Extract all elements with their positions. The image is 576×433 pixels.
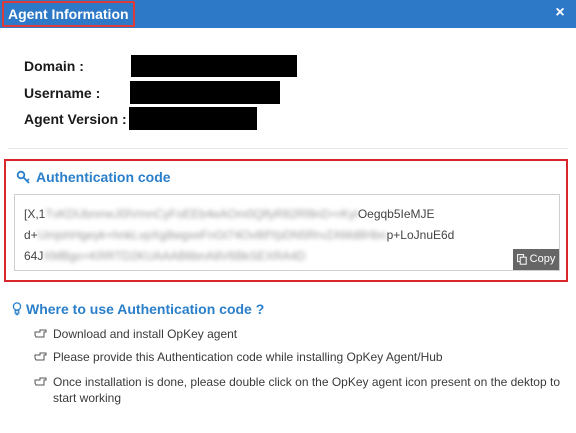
pointing-hand-icon [34,352,47,361]
title-bar: Agent Information × [0,0,576,28]
authentication-header-label: Authentication code [36,169,171,185]
copy-button-label: Copy [529,253,556,265]
lightbulb-icon [12,302,22,316]
code-line-3-start: 64J [24,249,44,263]
code-obscured-3: XMBgo+KRRTD2KUAAAB6bnA8V6BkSEXRA4D [43,249,306,263]
code-line-1: [X,1TvKDUbnmeJ0IVmnCyFoEEb4eAOm0QlfyR82R… [24,205,435,223]
domain-label: Domain : [24,58,84,74]
authentication-section: Authentication code [X,1TvKDUbnmeJ0IVmnC… [4,159,568,282]
domain-value-redacted [131,55,297,77]
instruction-item: Download and install OpKey agent [34,326,564,342]
code-line-2-start: d+ [24,228,38,242]
username-label: Username : [24,85,101,101]
where-to-use-header: Where to use Authentication code ? [12,300,264,318]
code-line-1-end: Oegqb5IeMJE [357,207,435,221]
pointing-hand-icon [34,377,47,386]
authentication-code-box[interactable]: [X,1TvKDUbnmeJ0IVmnCyFoEEb4eAOm0QlfyR82R… [14,194,560,271]
copy-button[interactable]: Copy [513,249,559,270]
copy-icon [516,254,527,265]
authentication-header: Authentication code [16,168,171,186]
key-icon [16,170,30,184]
dialog-title: Agent Information [2,1,135,27]
pointing-hand-icon [34,329,47,338]
instruction-text-2: Please provide this Authentication code … [53,350,443,364]
code-obscured-1: TvKDUbnmeJ0IVmnCyFoEEb4eAOm0QlfyR82Rl9nD… [45,207,358,221]
username-value-redacted [130,81,280,104]
where-to-use-label: Where to use Authentication code ? [26,301,265,317]
instruction-item: Once installation is done, please double… [34,374,564,408]
close-icon[interactable]: × [552,4,568,22]
code-line-2-end: p+LoJnuE6d [386,228,455,242]
code-line-2: d+UmjshHgeyk+hnkLvpXg8wgxeFnGt74Ov8IfYpD… [24,226,454,244]
code-line-3: 64JXMBgo+KRRTD2KUAAAB6bnA8V6BkSEXRA4D [24,247,306,265]
instruction-item: Please provide this Authentication code … [34,349,564,365]
code-line-1-start: [X,1 [24,207,46,221]
agent-information-dialog: Agent Information × Domain : Username : … [0,0,576,433]
agent-version-value-redacted [129,107,257,130]
code-obscured-2: UmjshHgeyk+hnkLvpXg8wgxeFnGt74Ov8IfYpDN5… [37,228,387,242]
instruction-text-3: Once installation is done, please double… [53,375,560,405]
agent-version-label: Agent Version : [24,111,127,127]
instruction-text-1: Download and install OpKey agent [53,327,238,341]
section-divider [8,148,568,149]
